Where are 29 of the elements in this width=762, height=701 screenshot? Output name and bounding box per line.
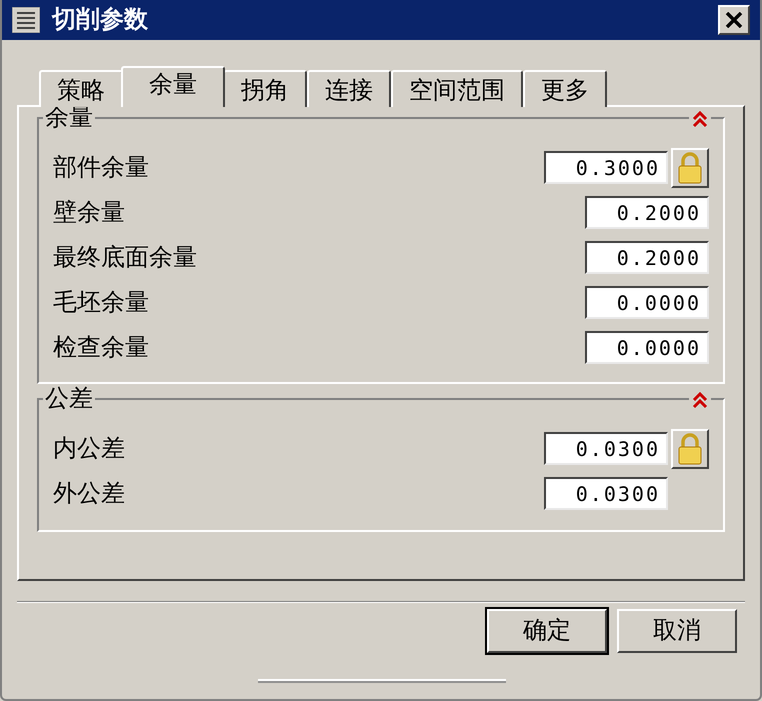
field-label: 检查余量 <box>53 332 150 362</box>
tab[interactable]: 更多 <box>523 70 607 107</box>
field-label: 部件余量 <box>53 152 150 182</box>
lock-button[interactable] <box>671 428 709 468</box>
number-field[interactable]: 0.2000 <box>585 196 709 229</box>
tab[interactable]: 余量 <box>121 66 225 107</box>
number-field[interactable]: 0.0000 <box>585 286 709 319</box>
tab[interactable]: 拐角 <box>223 70 307 107</box>
number-field[interactable]: 0.3000 <box>544 151 668 184</box>
field-label: 最终底面余量 <box>53 242 198 272</box>
close-button[interactable] <box>718 5 750 35</box>
lock-button[interactable] <box>671 148 709 188</box>
resize-grip[interactable] <box>258 679 506 683</box>
window-title: 切削参数 <box>52 5 149 35</box>
tab[interactable]: 策略 <box>39 70 123 107</box>
field-label: 壁余量 <box>53 198 126 228</box>
dialog-button[interactable]: 确定 <box>487 609 607 653</box>
field-label: 毛坯余量 <box>53 288 150 318</box>
field-label: 外公差 <box>53 478 126 508</box>
tab[interactable]: 连接 <box>307 70 391 107</box>
close-icon <box>725 12 743 28</box>
number-field[interactable]: 0.0300 <box>544 477 668 510</box>
field-label: 内公差 <box>53 434 126 464</box>
number-field[interactable]: 0.0300 <box>544 432 668 465</box>
dialog-button[interactable]: 取消 <box>617 609 737 653</box>
number-field[interactable]: 0.2000 <box>585 241 709 274</box>
menu-icon[interactable] <box>12 7 40 33</box>
number-field[interactable]: 0.0000 <box>585 331 709 364</box>
tab[interactable]: 空间范围 <box>391 70 523 107</box>
